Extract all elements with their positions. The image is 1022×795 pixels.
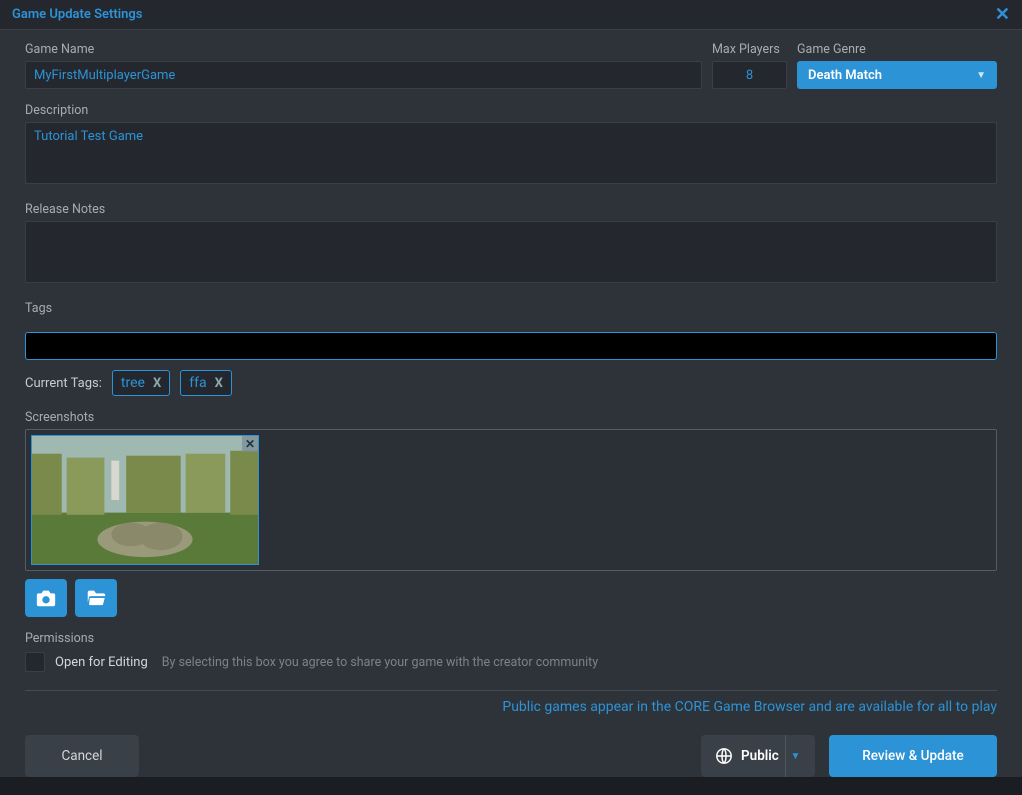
release-notes-label: Release Notes: [25, 202, 997, 217]
open-for-editing-row: Open for Editing By selecting this box y…: [25, 652, 997, 672]
max-players-input[interactable]: [712, 61, 787, 89]
folder-icon: [84, 587, 108, 609]
game-name-label: Game Name: [25, 42, 702, 57]
description-label: Description: [25, 103, 997, 118]
game-genre-label: Game Genre: [797, 42, 997, 57]
release-notes-input[interactable]: [25, 221, 997, 283]
screenshot-remove-icon[interactable]: ✕: [242, 436, 258, 452]
review-update-button[interactable]: Review & Update: [829, 735, 997, 777]
game-name-input[interactable]: [25, 61, 702, 89]
tag-label: tree: [121, 375, 145, 391]
tags-label: Tags: [25, 301, 997, 316]
visibility-label: Public: [741, 748, 779, 764]
footer: Cancel Public ▼ Review & Update: [25, 735, 997, 777]
tag-chip: tree X: [112, 370, 170, 396]
permissions-label: Permissions: [25, 631, 997, 646]
screenshot-image: [32, 436, 258, 564]
dialog-content: Game Name Max Players Game Genre Death M…: [0, 30, 1022, 795]
current-tags-row: Current Tags: tree X ffa X: [25, 370, 997, 396]
close-icon[interactable]: ✕: [995, 6, 1010, 24]
tag-remove-icon[interactable]: X: [215, 376, 223, 391]
tag-remove-icon[interactable]: X: [153, 376, 161, 391]
open-for-editing-label: Open for Editing: [55, 655, 148, 670]
review-update-label: Review & Update: [862, 748, 963, 764]
tag-chip: ffa X: [180, 370, 232, 396]
screenshot-thumbnail[interactable]: ✕: [31, 435, 259, 565]
screenshots-container: ✕: [25, 429, 997, 571]
titlebar: Game Update Settings ✕: [0, 0, 1022, 30]
visibility-dropdown[interactable]: Public ▼: [701, 735, 815, 777]
globe-icon: [715, 747, 733, 765]
game-update-settings-dialog: Game Update Settings ✕ Game Name Max Pla…: [0, 0, 1022, 777]
open-for-editing-checkbox[interactable]: [25, 652, 45, 672]
max-players-label: Max Players: [712, 42, 787, 57]
cancel-button-label: Cancel: [61, 748, 102, 764]
current-tags-label: Current Tags:: [25, 376, 102, 391]
chevron-down-icon: ▼: [785, 735, 805, 777]
open-for-editing-description: By selecting this box you agree to share…: [162, 655, 598, 670]
dialog-title: Game Update Settings: [12, 7, 143, 22]
screenshots-label: Screenshots: [25, 410, 997, 425]
public-visibility-note: Public games appear in the CORE Game Bro…: [25, 699, 997, 715]
game-genre-select[interactable]: Death Match ▼: [797, 61, 997, 89]
browse-screenshot-button[interactable]: [75, 579, 117, 617]
description-input[interactable]: Tutorial Test Game: [25, 122, 997, 184]
top-row: Game Name Max Players Game Genre Death M…: [25, 42, 997, 89]
tag-label: ffa: [189, 375, 206, 391]
screenshot-buttons: [25, 579, 997, 617]
chevron-down-icon: ▼: [976, 70, 986, 81]
take-screenshot-button[interactable]: [25, 579, 67, 617]
game-genre-value: Death Match: [808, 68, 882, 83]
divider: [25, 690, 997, 691]
camera-icon: [34, 587, 58, 609]
cancel-button[interactable]: Cancel: [25, 735, 139, 777]
tags-input[interactable]: [25, 332, 997, 360]
